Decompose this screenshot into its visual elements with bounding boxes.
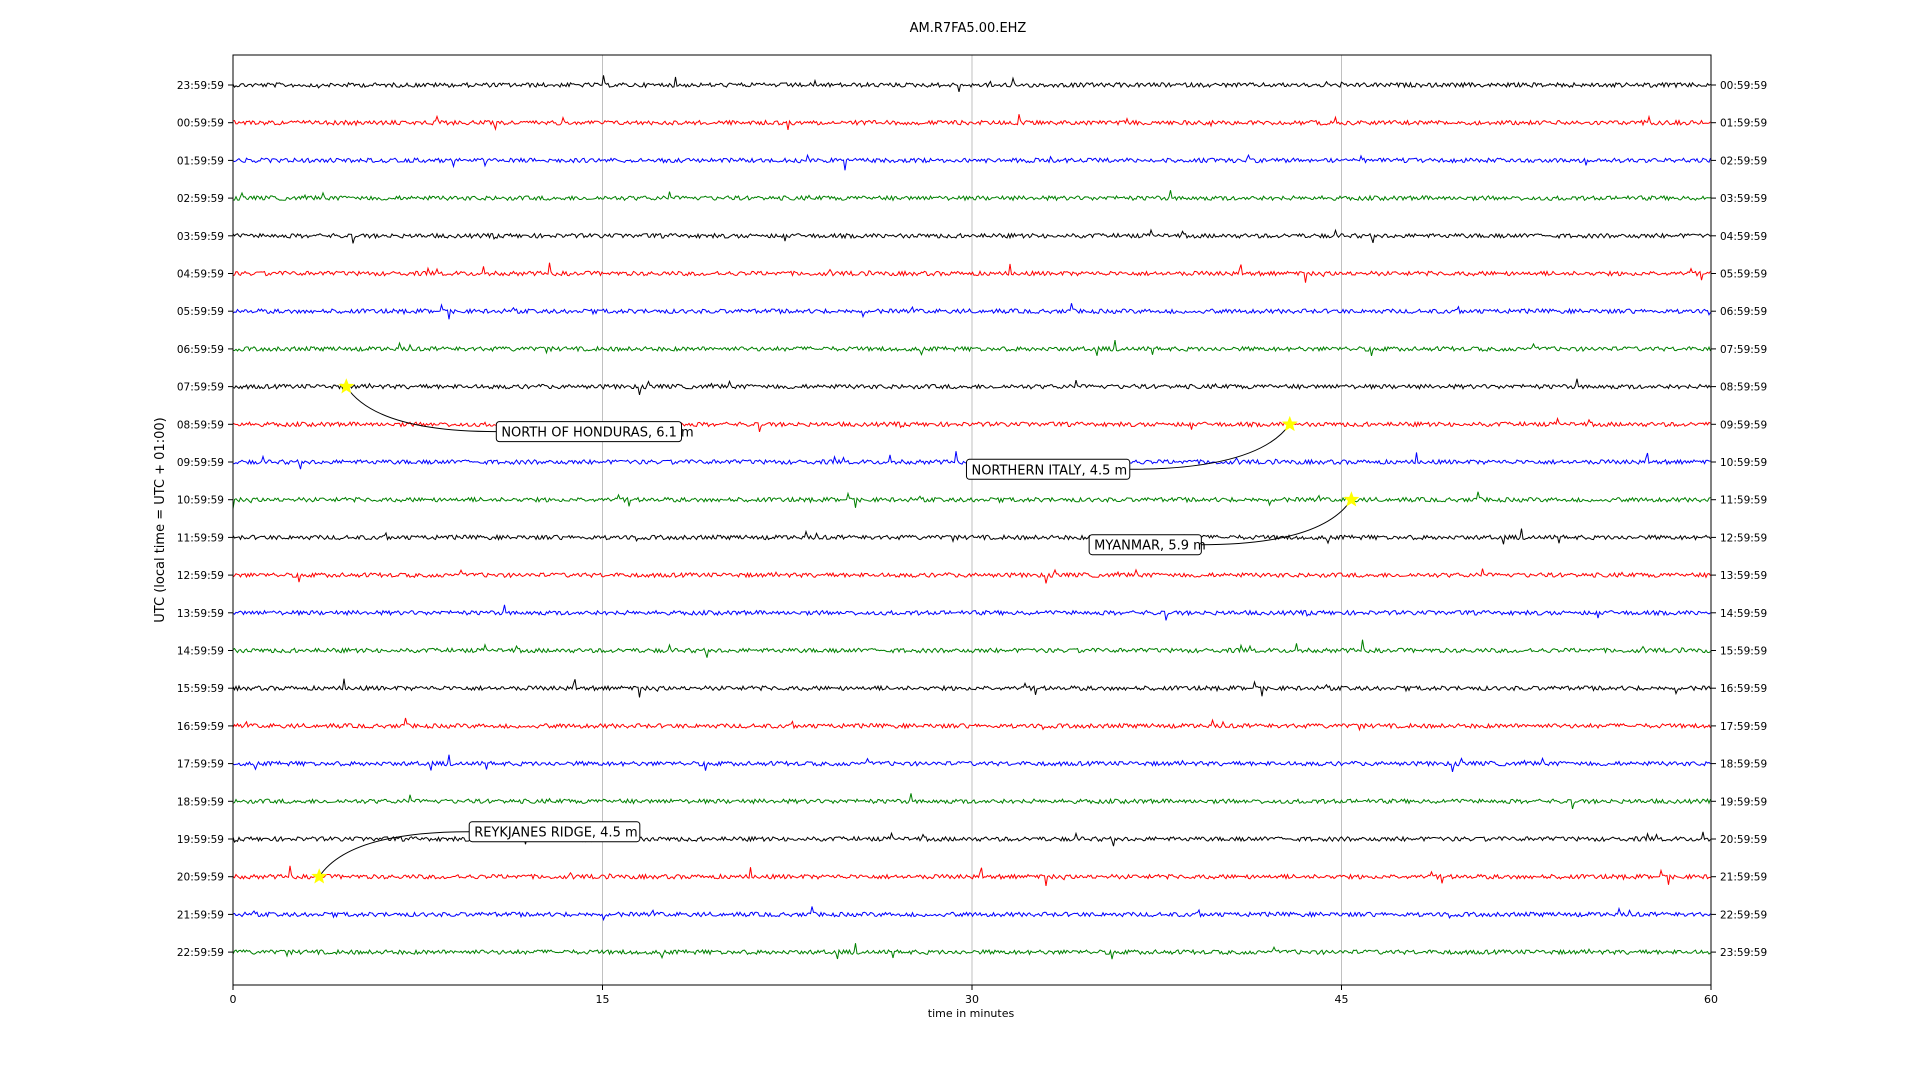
- event-annotations: NORTH OF HONDURAS, 6.1 m NORTHERN ITALY, …: [311, 378, 1360, 884]
- right-hour-label: 10:59:59: [1720, 457, 1767, 469]
- right-hour-label: 20:59:59: [1720, 834, 1767, 846]
- y-axis-label: UTC (local time = UTC + 01:00): [153, 417, 168, 622]
- left-hour-label: 06:59:59: [177, 344, 224, 356]
- x-tick-label: 45: [1335, 993, 1349, 1006]
- left-hour-label: 12:59:59: [177, 570, 224, 582]
- event-star-marker: [1281, 415, 1298, 432]
- right-hour-label: 16:59:59: [1720, 683, 1767, 695]
- left-hour-label: 08:59:59: [177, 419, 224, 431]
- event-star-marker: [1343, 491, 1360, 507]
- left-hour-label: 23:59:59: [177, 80, 224, 92]
- right-hour-label: 03:59:59: [1720, 193, 1767, 205]
- left-axis-labels: 23:59:59 00:59:59 01:59:59 02:59:59 03:59:59…: [177, 80, 233, 959]
- right-hour-label: 17:59:59: [1720, 721, 1767, 733]
- x-tick-label: 60: [1704, 993, 1718, 1006]
- right-hour-label: 05:59:59: [1720, 269, 1767, 281]
- right-hour-label: 13:59:59: [1720, 570, 1767, 582]
- left-hour-label: 02:59:59: [177, 193, 224, 205]
- left-hour-label: 21:59:59: [177, 909, 224, 921]
- right-hour-label: 18:59:59: [1720, 759, 1767, 771]
- right-axis-labels: 00:59:59 01:59:59 02:59:59 03:59:59 04:59:59…: [1711, 80, 1767, 959]
- right-hour-label: 23:59:59: [1720, 947, 1767, 959]
- left-hour-label: 00:59:59: [177, 118, 224, 130]
- left-hour-label: 05:59:59: [177, 306, 224, 318]
- right-hour-label: 04:59:59: [1720, 231, 1767, 243]
- event-label: NORTHERN ITALY, 4.5 m: [971, 463, 1127, 478]
- x-tick-label: 0: [230, 993, 237, 1006]
- event-star-marker: [338, 378, 355, 394]
- left-hour-label: 09:59:59: [177, 457, 224, 469]
- right-hour-label: 09:59:59: [1720, 419, 1767, 431]
- vertical-gridlines: [602, 55, 1342, 985]
- right-hour-label: 00:59:59: [1720, 80, 1767, 92]
- left-hour-label: 13:59:59: [177, 608, 224, 620]
- x-axis-ticks: 0 15 30 45 60: [230, 985, 1718, 1006]
- right-hour-label: 06:59:59: [1720, 306, 1767, 318]
- x-tick-label: 15: [596, 993, 610, 1006]
- left-hour-label: 03:59:59: [177, 231, 224, 243]
- left-hour-label: 14:59:59: [177, 646, 224, 658]
- event-label: REYKJANES RIDGE, 4.5 m: [474, 826, 637, 841]
- right-hour-label: 19:59:59: [1720, 796, 1767, 808]
- seismogram-chart: AM.R7FA5.00.EHZ 23:59:59 00:59:59 01:59:59…: [153, 21, 1767, 1020]
- left-hour-label: 20:59:59: [177, 872, 224, 884]
- right-hour-label: 14:59:59: [1720, 608, 1767, 620]
- left-hour-label: 10:59:59: [177, 495, 224, 507]
- right-hour-label: 12:59:59: [1720, 532, 1767, 544]
- right-hour-label: 22:59:59: [1720, 909, 1767, 921]
- left-hour-label: 22:59:59: [177, 947, 224, 959]
- left-hour-label: 11:59:59: [177, 532, 224, 544]
- x-axis-label: time in minutes: [928, 1007, 1015, 1020]
- right-hour-label: 21:59:59: [1720, 872, 1767, 884]
- left-hour-label: 01:59:59: [177, 155, 224, 167]
- right-hour-label: 01:59:59: [1720, 118, 1767, 130]
- event-star-marker: [311, 868, 328, 884]
- chart-title: AM.R7FA5.00.EHZ: [910, 21, 1027, 36]
- x-tick-label: 30: [965, 993, 979, 1006]
- left-hour-label: 16:59:59: [177, 721, 224, 733]
- left-hour-label: 15:59:59: [177, 683, 224, 695]
- left-hour-label: 07:59:59: [177, 382, 224, 394]
- event-label: MYANMAR, 5.9 m: [1094, 539, 1206, 554]
- left-hour-label: 04:59:59: [177, 269, 224, 281]
- right-hour-label: 15:59:59: [1720, 646, 1767, 658]
- right-hour-label: 02:59:59: [1720, 155, 1767, 167]
- right-hour-label: 08:59:59: [1720, 382, 1767, 394]
- right-hour-label: 07:59:59: [1720, 344, 1767, 356]
- left-hour-label: 18:59:59: [177, 796, 224, 808]
- right-hour-label: 11:59:59: [1720, 495, 1767, 507]
- event-label: NORTH OF HONDURAS, 6.1 m: [501, 426, 693, 441]
- left-hour-label: 17:59:59: [177, 759, 224, 771]
- left-hour-label: 19:59:59: [177, 834, 224, 846]
